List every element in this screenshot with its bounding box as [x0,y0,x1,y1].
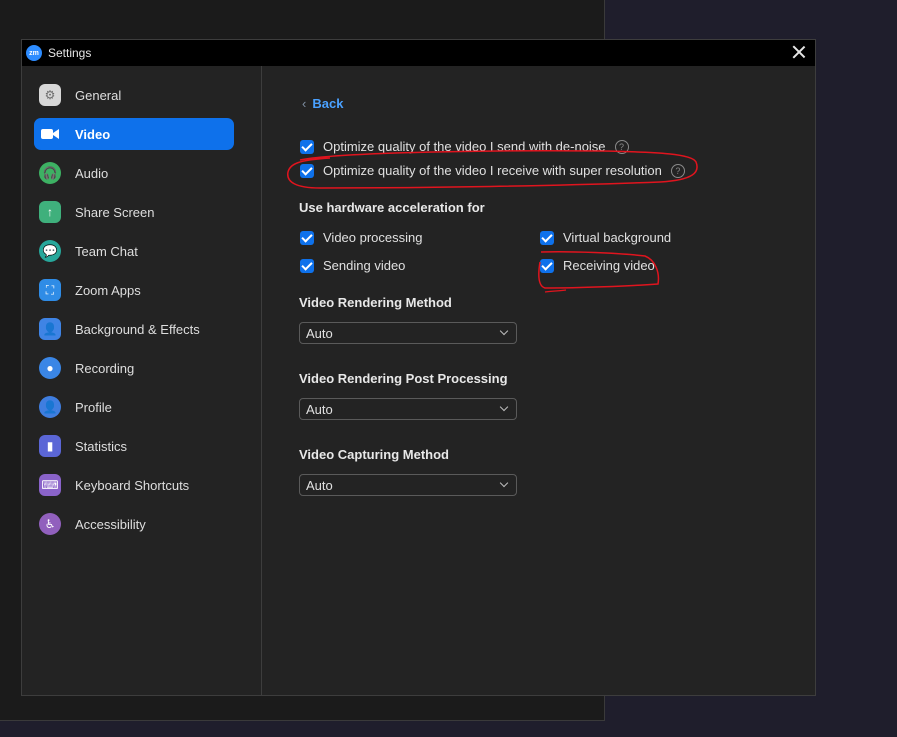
rendering-method-label: Video Rendering Method [299,295,452,310]
select-value: Auto [306,401,333,417]
sidebar-item-label: Video [75,126,111,142]
share-screen-icon: ↑ [39,201,61,223]
accessibility-icon: ♿ [39,513,61,535]
record-icon: ● [39,357,61,379]
hw-acceleration-heading: Use hardware acceleration for [299,200,485,215]
keyboard-icon: ⌨ [39,474,61,496]
denoise-label: Optimize quality of the video I send wit… [323,139,606,154]
denoise-checkbox[interactable] [300,139,314,154]
sidebar-item-general[interactable]: ⚙ General [34,79,234,111]
video-processing-option: Video processing [300,230,423,245]
sending-video-checkbox[interactable] [300,258,314,273]
statistics-icon: ▮ [39,435,61,457]
rendering-method-select[interactable]: Auto [299,322,517,344]
post-processing-label: Video Rendering Post Processing [299,371,508,386]
sidebar-item-label: Team Chat [75,243,138,259]
receiving-video-label: Receiving video [563,258,655,273]
sidebar-item-label: Recording [75,360,135,376]
sidebar-item-team-chat[interactable]: 💬 Team Chat [34,235,234,267]
sidebar-item-recording[interactable]: ● Recording [34,352,234,384]
sidebar-item-zoom-apps[interactable]: ⛶ Zoom Apps [34,274,234,306]
help-icon[interactable]: ? [670,163,685,178]
select-value: Auto [306,477,333,493]
window-title: Settings [48,46,92,60]
sidebar-item-video[interactable]: Video [34,118,234,150]
super-resolution-label: Optimize quality of the video I receive … [323,163,662,178]
post-processing-select[interactable]: Auto [299,398,517,420]
chat-icon: 💬 [39,240,61,262]
video-settings-panel: ‹ Back Optimize quality of the video I s… [262,66,815,695]
gear-icon: ⚙ [39,84,61,106]
sidebar-item-keyboard-shortcuts[interactable]: ⌨ Keyboard Shortcuts [34,469,234,501]
apps-icon: ⛶ [39,279,61,301]
super-resolution-option: Optimize quality of the video I receive … [300,163,685,178]
chevron-left-icon: ‹ [302,96,307,111]
profile-icon: 👤 [39,396,61,418]
video-camera-icon [39,123,61,145]
virtual-background-label: Virtual background [563,230,672,245]
sidebar-item-label: Share Screen [75,204,155,220]
receiving-video-option: Receiving video [540,258,655,273]
virtual-background-checkbox[interactable] [540,230,554,245]
super-resolution-checkbox[interactable] [300,163,314,178]
sidebar-item-statistics[interactable]: ▮ Statistics [34,430,234,462]
sidebar-item-audio[interactable]: 🎧 Audio [34,157,234,189]
sidebar-item-accessibility[interactable]: ♿ Accessibility [34,508,234,540]
title-bar: zm Settings [22,40,815,66]
chevron-down-icon [499,326,509,336]
sidebar-item-label: Accessibility [75,516,146,532]
video-processing-label: Video processing [323,230,423,245]
virtual-background-option: Virtual background [540,230,671,245]
sidebar-item-share-screen[interactable]: ↑ Share Screen [34,196,234,228]
sending-video-label: Sending video [323,258,406,273]
help-icon[interactable]: ? [614,139,629,154]
sidebar-item-label: General [75,87,122,103]
chevron-down-icon [499,478,509,488]
sidebar-item-background-effects[interactable]: 👤 Background & Effects [34,313,234,345]
video-processing-checkbox[interactable] [300,230,314,245]
sidebar-item-profile[interactable]: 👤 Profile [34,391,234,423]
sidebar-item-label: Background & Effects [75,321,200,337]
select-value: Auto [306,325,333,341]
capturing-method-select[interactable]: Auto [299,474,517,496]
back-link[interactable]: ‹ Back [302,96,343,111]
back-label: Back [312,96,344,111]
sending-video-option: Sending video [300,258,405,273]
settings-window: zm Settings ⚙ General Video 🎧 Audio ↑ Sh… [21,39,816,696]
capturing-method-label: Video Capturing Method [299,447,449,462]
denoise-option: Optimize quality of the video I send wit… [300,139,629,154]
sidebar-item-label: Zoom Apps [75,282,141,298]
close-icon[interactable] [791,44,807,60]
headphones-icon: 🎧 [39,162,61,184]
sidebar-item-label: Profile [75,399,112,415]
chevron-down-icon [499,402,509,412]
receiving-video-checkbox[interactable] [540,258,554,273]
sidebar-item-label: Statistics [75,438,128,454]
sidebar-item-label: Keyboard Shortcuts [75,477,190,493]
zoom-logo-icon: zm [26,45,42,61]
person-background-icon: 👤 [39,318,61,340]
sidebar: ⚙ General Video 🎧 Audio ↑ Share Screen 💬… [22,66,262,695]
sidebar-item-label: Audio [75,165,109,181]
